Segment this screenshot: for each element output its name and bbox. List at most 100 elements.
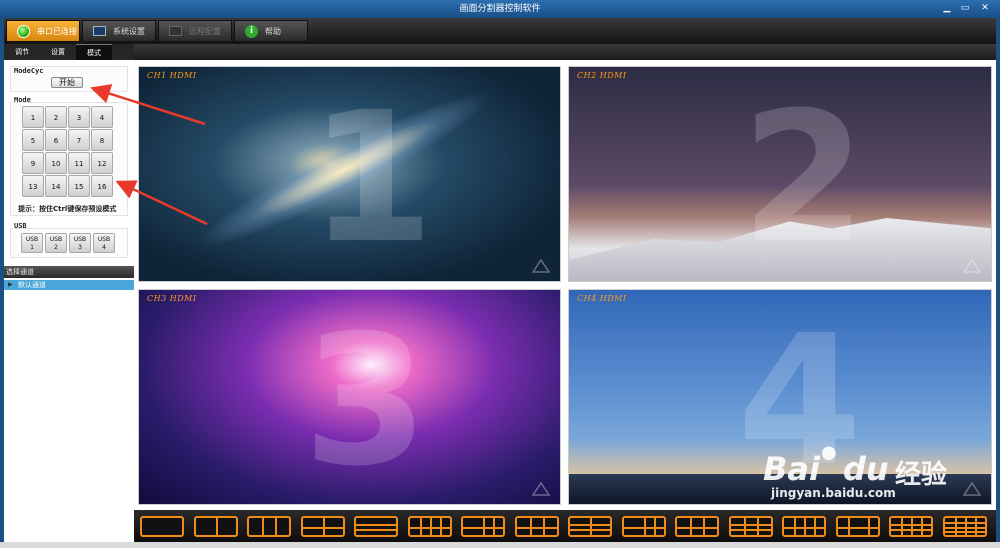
channel-list-item[interactable]: ▶ 默认通道 [4, 280, 134, 290]
tab-settings[interactable]: 设置 [40, 44, 76, 60]
channel-preview-1[interactable]: 1 CH1 HDMI [138, 66, 561, 282]
mode-button-10[interactable]: 10 [45, 152, 67, 174]
mode-button-grid: 1 2 3 4 5 6 7 8 9 10 11 12 13 14 15 16 [22, 106, 114, 197]
watermark-brand: Bai [763, 450, 820, 488]
title-bar: 画面分割器控制软件 ▁ ▭ ✕ [0, 0, 1000, 18]
mode-button-1[interactable]: 1 [22, 106, 44, 128]
mode-button-11[interactable]: 11 [68, 152, 90, 174]
layout-divider [215, 518, 218, 535]
tab-adjust[interactable]: 调节 [4, 44, 40, 60]
layout-divider [730, 523, 771, 526]
layout-divider [262, 518, 265, 535]
channel-number: 1 [309, 74, 435, 282]
layout-divider [322, 518, 325, 535]
mode-button-5[interactable]: 5 [22, 129, 44, 151]
maximize-button[interactable]: ▭ [958, 3, 972, 14]
layout-divider [756, 518, 759, 535]
layout-divider [493, 518, 495, 535]
channel-preview-2[interactable]: 2 CH2 HDMI [568, 66, 992, 282]
layout-divider [743, 518, 746, 535]
mode-button-16[interactable]: 16 [91, 175, 113, 197]
layout-button-12[interactable] [728, 516, 773, 537]
channel-preview-4[interactable]: 4 CH4 HDMI ● Bai du 经验 jingyan.baidu.com [568, 289, 992, 505]
close-button[interactable]: ✕ [978, 3, 992, 14]
layout-button-14[interactable] [835, 516, 880, 537]
preview-toolbar [134, 44, 996, 60]
tab-label: 帮助 [265, 27, 281, 36]
start-button[interactable]: 开始 [51, 77, 83, 88]
mode-button-6[interactable]: 6 [45, 129, 67, 151]
baidu-watermark: ● Bai du 经验 jingyan.baidu.com [763, 440, 983, 500]
mode-button-2[interactable]: 2 [45, 106, 67, 128]
layout-divider [463, 526, 503, 529]
mode-button-12[interactable]: 12 [91, 152, 113, 174]
expand-arrow-icon[interactable]: ▶ [8, 280, 13, 290]
modecyc-label: ModeCyc [14, 67, 44, 75]
tab-remote-config[interactable]: 远程配置 [158, 20, 232, 42]
preview-area: 1 CH1 HDMI 2 CH2 HDMI 3 CH3 HDMI 4 CH4 H… [134, 44, 996, 510]
tab-serial-connected[interactable]: 串口已连接 [6, 20, 80, 42]
usb-button-3[interactable]: USB 3 [69, 233, 91, 253]
channel-label: CH4 HDMI [577, 294, 627, 303]
layout-divider [964, 518, 967, 535]
layout-button-13[interactable] [782, 516, 826, 537]
layout-divider [419, 518, 422, 535]
mode-button-9[interactable]: 9 [22, 152, 44, 174]
layout-button-6[interactable] [407, 516, 452, 537]
channel-label: CH1 HDMI [147, 71, 197, 80]
brand-logo-icon [532, 259, 550, 273]
layout-divider [974, 518, 977, 535]
layout-button-3[interactable] [247, 516, 291, 537]
channel-number: 3 [303, 297, 429, 505]
mode-button-7[interactable]: 7 [68, 129, 90, 151]
monitor-icon [93, 26, 106, 36]
layout-button-7[interactable] [461, 516, 505, 537]
tab-label: 远程配置 [189, 27, 221, 36]
layout-button-16[interactable] [942, 516, 987, 537]
layout-divider [837, 526, 878, 529]
mode-button-4[interactable]: 4 [91, 106, 113, 128]
layout-button-11[interactable] [675, 516, 719, 537]
window-title: 画面分割器控制软件 [459, 4, 541, 14]
usb-button-4[interactable]: USB 4 [93, 233, 115, 253]
layout-divider [677, 526, 717, 529]
tab-system-settings[interactable]: 系统设置 [82, 20, 156, 42]
usb-label: USB [14, 222, 27, 230]
layout-button-15[interactable] [889, 516, 933, 537]
layout-divider [901, 518, 903, 535]
layout-divider [516, 526, 557, 529]
layout-button-8[interactable] [514, 516, 559, 537]
layout-button-1[interactable] [140, 516, 184, 537]
monitor-icon [169, 26, 182, 36]
layout-button-5[interactable] [354, 516, 398, 537]
mode-button-13[interactable]: 13 [22, 175, 44, 197]
layout-divider [921, 518, 923, 535]
tab-mode[interactable]: 模式 [76, 44, 112, 60]
layout-divider [690, 518, 693, 535]
mode-label: Mode [14, 96, 31, 104]
layout-button-9[interactable] [568, 516, 612, 537]
layout-button-4[interactable] [300, 516, 345, 537]
mode-button-8[interactable]: 8 [91, 129, 113, 151]
tab-help[interactable]: i 帮助 [234, 20, 308, 42]
mode-button-14[interactable]: 14 [45, 175, 67, 197]
channel-preview-3[interactable]: 3 CH3 HDMI [138, 289, 561, 505]
layout-divider [439, 518, 442, 535]
mode-button-3[interactable]: 3 [68, 106, 90, 128]
usb-button-row: USB 1 USB 2 USB 3 USB 4 [21, 233, 115, 253]
layout-button-bar [134, 510, 996, 542]
usb-button-2[interactable]: USB 2 [45, 233, 67, 253]
layout-button-2[interactable] [193, 516, 238, 537]
minimize-button[interactable]: ▁ [940, 3, 954, 14]
top-tab-bar: 串口已连接 系统设置 远程配置 i 帮助 [4, 18, 996, 44]
help-icon: i [245, 25, 258, 38]
mode-button-15[interactable]: 15 [68, 175, 90, 197]
watermark-brand-cn: 经验 [895, 460, 948, 490]
usb-button-1[interactable]: USB 1 [21, 233, 43, 253]
layout-divider [954, 518, 957, 535]
layout-button-10[interactable] [621, 516, 666, 537]
channel-item-label: 默认通道 [18, 281, 46, 289]
left-panel: 调节 设置 模式 ModeCyc 开始 Mode 1 2 3 4 5 6 7 8… [4, 44, 134, 542]
layout-divider [784, 526, 824, 529]
tab-label: 串口已连接 [37, 27, 77, 36]
